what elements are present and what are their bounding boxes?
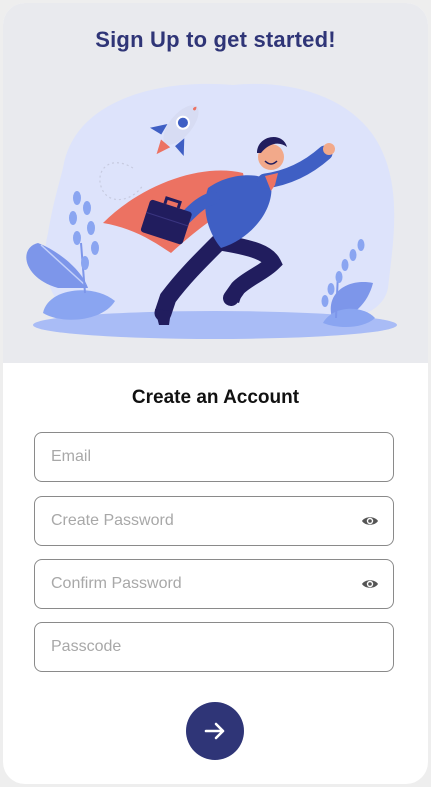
eye-icon[interactable] — [361, 514, 379, 528]
hero-title: Sign Up to get started! — [95, 27, 336, 52]
email-field[interactable] — [34, 432, 394, 482]
hero-illustration — [26, 83, 397, 339]
passcode-input[interactable] — [51, 623, 351, 671]
hero-banner: Sign Up to get started! — [3, 3, 428, 363]
passcode-field[interactable] — [34, 622, 394, 672]
form-title: Create an Account — [131, 387, 300, 408]
email-input[interactable] — [51, 433, 351, 481]
confirm-password-field[interactable] — [34, 559, 394, 609]
arrow-right-icon — [204, 722, 225, 740]
confirm-password-input[interactable] — [51, 560, 351, 608]
signup-card: Sign Up to get started! Create an Accoun… — [3, 3, 428, 784]
create-password-field[interactable] — [34, 496, 394, 546]
create-password-input[interactable] — [51, 497, 351, 545]
submit-button[interactable] — [186, 702, 244, 760]
eye-icon[interactable] — [361, 577, 379, 591]
